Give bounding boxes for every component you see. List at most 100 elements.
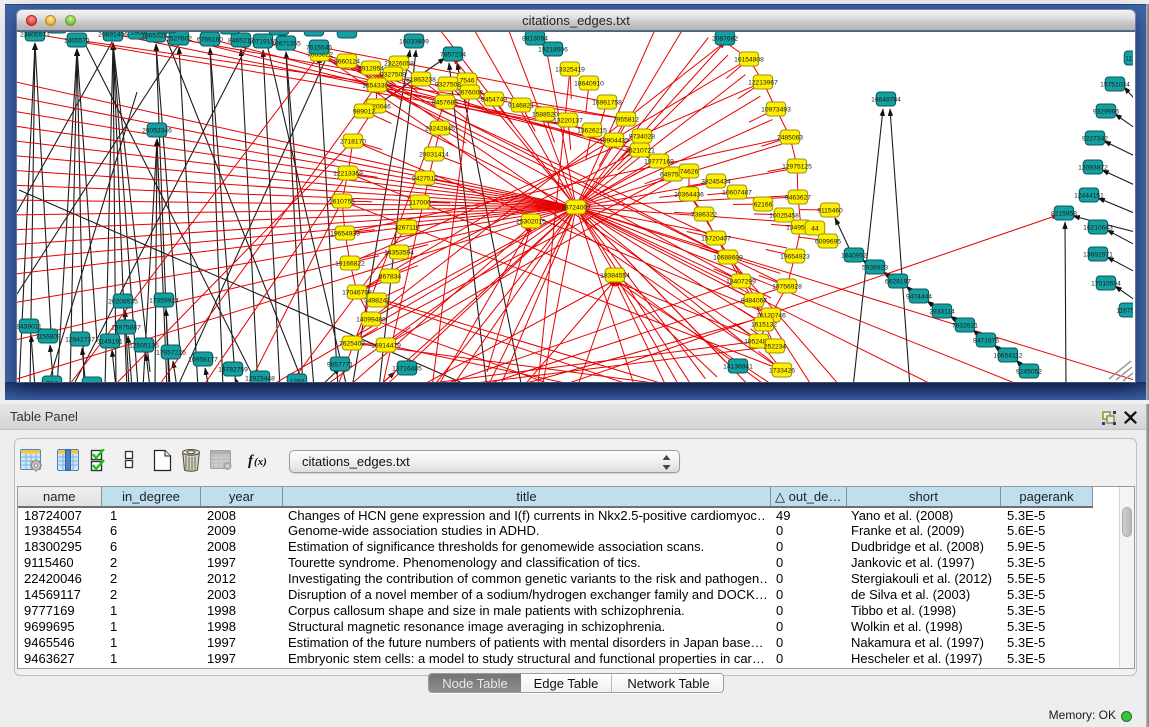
svg-text:16648784: 16648784 [871,97,901,104]
svg-text:13325419: 13325419 [555,67,585,74]
svg-text:8439011: 8439011 [17,324,42,331]
svg-text:12093872: 12093872 [1078,165,1108,172]
svg-text:9245052: 9245052 [1016,369,1042,376]
svg-text:20691406: 20691406 [98,32,128,39]
svg-text:1527602: 1527602 [166,36,192,43]
svg-text:19166822: 19166822 [335,261,365,268]
svg-text:9463627: 9463627 [785,195,811,202]
svg-text:8471676: 8471676 [973,338,999,345]
svg-text:19384554: 19384554 [600,273,630,280]
svg-text:8813054: 8813054 [522,36,548,43]
svg-text:964: 964 [46,381,57,383]
svg-text:1615132: 1615132 [751,322,777,329]
svg-text:2933114: 2933114 [929,309,955,316]
svg-text:19777169: 19777169 [644,159,674,166]
svg-text:10958177: 10958177 [188,357,218,364]
svg-text:7546: 7546 [460,78,475,85]
svg-text:9474444: 9474444 [906,294,932,301]
svg-text:7485063: 7485063 [777,135,803,142]
svg-text:19218506: 19218506 [538,47,568,54]
svg-text:12213967: 12213967 [748,80,778,87]
svg-text:9657771: 9657771 [327,362,353,369]
svg-text:19654933: 19654933 [330,231,360,238]
svg-text:9115460: 9115460 [817,208,843,215]
svg-text:16210643: 16210643 [1083,225,1113,232]
svg-text:2718170: 2718170 [340,139,366,146]
svg-text:16033809: 16033809 [399,39,429,46]
svg-text:9327508: 9327508 [435,82,461,89]
svg-text:1405571: 1405571 [64,38,90,45]
svg-text:19904435: 19904435 [599,138,629,145]
svg-text:1167539: 1167539 [1116,308,1133,315]
svg-text:252234: 252234 [764,344,787,351]
svg-text:13692971: 13692971 [1083,252,1113,259]
svg-text:6766160: 6766160 [197,37,223,44]
svg-text:12923448: 12923448 [245,376,275,383]
svg-text:10654112: 10654112 [993,353,1023,360]
svg-text:14099489: 14099489 [356,317,386,324]
svg-text:16914479: 16914479 [371,343,401,350]
svg-text:14353594: 14353594 [384,250,414,257]
svg-text:9484067: 9484067 [741,298,767,305]
svg-text:3498242: 3498242 [364,298,390,305]
svg-text:13220137: 13220137 [553,118,583,125]
svg-text:1145191: 1145191 [97,339,123,346]
svg-text:(x): (x) [254,456,267,468]
svg-text:1156809: 1156809 [35,334,61,341]
svg-text:20364436: 20364436 [674,192,704,199]
svg-text:1045: 1045 [85,382,100,383]
svg-text:5938923: 5938923 [862,265,888,272]
svg-text:19654923: 19654923 [780,254,810,261]
svg-text:81863238: 81863238 [406,77,436,84]
svg-text:1610755: 1610755 [329,199,355,206]
svg-text:8215958: 8215958 [1051,211,1077,218]
svg-text:1733426: 1733426 [769,368,795,375]
svg-text:20206535: 20206535 [108,299,138,306]
svg-text:17010504: 17010504 [1091,281,1121,288]
svg-text:18407299: 18407299 [726,279,756,286]
svg-text:25302015: 25302015 [516,219,546,226]
svg-text:18724007: 18724007 [561,205,591,212]
svg-text:7857234: 7857234 [440,52,466,59]
svg-text:2087682: 2087682 [712,36,738,43]
svg-text:1292: 1292 [290,379,305,383]
svg-text:38245434: 38245434 [701,179,731,186]
svg-text:7625402: 7625402 [339,341,365,348]
svg-text:12505135: 12505135 [129,343,159,350]
svg-text:17359924: 17359924 [149,298,179,305]
svg-text:10607487: 10607487 [722,190,752,197]
svg-text:6629197: 6629197 [885,279,911,286]
svg-text:26053346: 26053346 [142,128,172,135]
svg-text:28031414: 28031414 [419,152,449,159]
svg-text:18640910: 18640910 [574,81,604,88]
svg-text:62166: 62166 [754,202,773,209]
svg-text:9227342: 9227342 [1082,136,1108,143]
svg-text:74626: 74626 [680,169,699,176]
svg-text:11124: 11124 [1125,56,1133,63]
svg-text:7515546: 7515546 [306,45,332,52]
svg-text:10025458: 10025458 [769,213,799,220]
svg-text:7955812: 7955812 [613,117,639,124]
svg-text:8454749: 8454749 [481,97,507,104]
svg-text:15751034: 15751034 [1100,82,1130,89]
svg-text:16543362: 16543362 [362,83,392,90]
svg-text:44: 44 [811,226,819,233]
svg-text:9734028: 9734028 [629,134,655,141]
svg-text:989012: 989012 [353,109,376,116]
svg-text:8660124: 8660124 [334,59,360,66]
svg-text:1640952: 1640952 [841,253,867,260]
svg-text:23226058: 23226058 [384,61,414,68]
svg-text:16961758: 16961758 [592,100,622,107]
svg-text:7386322: 7386322 [691,212,717,219]
svg-text:12942737: 12942737 [65,337,95,344]
svg-text:16210721: 16210721 [625,148,655,155]
svg-text:13975887: 13975887 [111,325,141,332]
svg-text:9327509: 9327509 [380,72,406,79]
svg-text:13716485: 13716485 [392,366,422,373]
svg-text:7632621: 7632621 [952,323,978,330]
svg-text:23805571: 23805571 [20,32,50,39]
svg-text:9329966: 9329966 [1093,109,1119,116]
svg-text:10688609: 10688609 [713,255,743,262]
svg-text:6099695: 6099695 [815,239,841,246]
svg-text:13626215: 13626215 [577,128,607,135]
